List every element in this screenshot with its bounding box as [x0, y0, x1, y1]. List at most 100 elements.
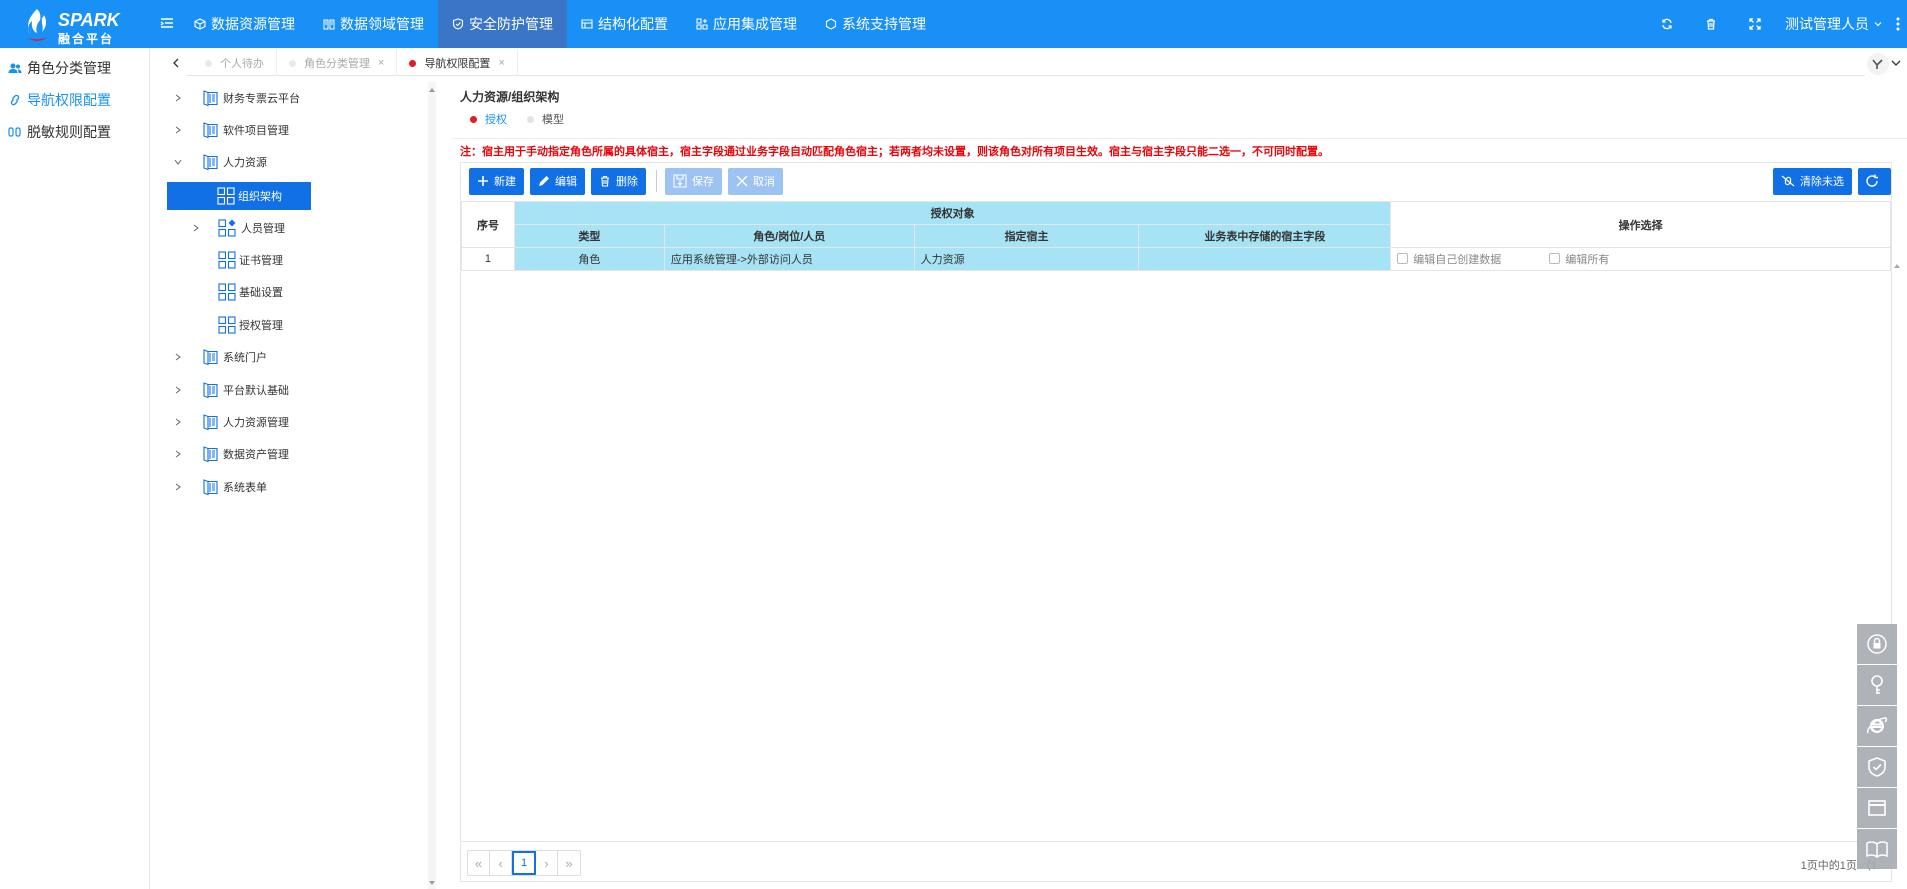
- tree-expand-icon[interactable]: [172, 450, 186, 458]
- tree-node[interactable]: 授权管理: [218, 312, 283, 338]
- user-menu[interactable]: 测试管理人员: [1777, 14, 1889, 34]
- tree-node[interactable]: 系统表单: [172, 474, 267, 500]
- table-row[interactable]: 1 角色 应用系统管理->外部访问人员 人力资源 编辑自己创建数据 编辑所有: [461, 247, 1891, 271]
- tab-role-category[interactable]: 角色分类管理 ×: [277, 50, 398, 76]
- edit-button[interactable]: 编辑: [530, 167, 585, 195]
- lock-icon[interactable]: [1857, 624, 1897, 664]
- subtab-model[interactable]: 模型: [517, 106, 574, 132]
- nav-data-resource[interactable]: 数据资源管理: [180, 0, 309, 48]
- col-index-header[interactable]: 序号: [461, 201, 515, 248]
- window-icon[interactable]: [1857, 788, 1897, 828]
- folder-book-icon: [203, 446, 218, 463]
- first-page-button[interactable]: «: [468, 851, 490, 875]
- refresh-button[interactable]: [1858, 167, 1891, 195]
- nav-label: 数据资源管理: [211, 16, 295, 32]
- checkbox-label: 编辑所有: [1565, 253, 1610, 266]
- col-role-header[interactable]: 角色/岗位/人员: [663, 224, 915, 248]
- cell-index: 1: [461, 247, 515, 271]
- current-page-button[interactable]: 1: [512, 851, 536, 875]
- menu-toggle-icon[interactable]: [160, 16, 174, 30]
- cell-host[interactable]: 人力资源: [913, 247, 1140, 271]
- tab-scroll-left-icon[interactable]: [165, 50, 187, 76]
- tab-close-icon[interactable]: ×: [498, 57, 504, 69]
- checkbox-box[interactable]: [1397, 253, 1409, 265]
- tree-node[interactable]: 财务专票云平台: [172, 85, 300, 111]
- nav-label: 结构化配置: [598, 16, 668, 32]
- tree-node[interactable]: 人员管理: [190, 215, 285, 241]
- cell-host-field[interactable]: [1138, 247, 1392, 271]
- delete-button[interactable]: 删除: [591, 167, 646, 195]
- col-host-header[interactable]: 指定宿主: [913, 224, 1140, 248]
- tree-expand-icon[interactable]: [172, 126, 186, 134]
- tree-expand-icon[interactable]: [172, 94, 186, 102]
- nav-label: 数据领域管理: [340, 16, 424, 32]
- folder-book-icon: [203, 349, 218, 366]
- shield-check-icon[interactable]: [1857, 747, 1897, 787]
- col-type-header[interactable]: 类型: [513, 224, 665, 248]
- nav-security[interactable]: 安全防护管理: [438, 0, 567, 48]
- checkbox-edit-own[interactable]: 编辑自己创建数据: [1397, 251, 1501, 267]
- tree-node[interactable]: 平台默认基础: [172, 377, 289, 403]
- app-logo[interactable]: SPARK 融合平台: [14, 6, 134, 46]
- tree-expand-icon[interactable]: [172, 353, 186, 361]
- left-menu-nav-permission[interactable]: 导航权限配置: [0, 84, 149, 116]
- tab-nav-permission[interactable]: 导航权限配置 ×: [397, 50, 518, 76]
- cell-role[interactable]: 应用系统管理->外部访问人员: [663, 247, 915, 271]
- tree-node-label: 财务专票云平台: [223, 93, 300, 105]
- hexagon-icon: [825, 18, 837, 30]
- nav-data-domain[interactable]: 数据领域管理: [309, 0, 438, 48]
- tab-dot: [409, 59, 417, 67]
- breadcrumb: 人力资源/组织架构: [460, 90, 560, 104]
- tree-node-expanded[interactable]: 人力资源: [172, 149, 267, 175]
- col-ops-header[interactable]: 操作选择: [1390, 201, 1891, 248]
- tree-scrollbar[interactable]: [428, 82, 436, 889]
- next-page-button[interactable]: ›: [536, 851, 558, 875]
- subtab-authorize[interactable]: 授权: [460, 106, 517, 132]
- collapse-corner-icon[interactable]: [1866, 52, 1890, 76]
- link-icon: [10, 94, 20, 106]
- tab-close-icon[interactable]: ×: [378, 57, 384, 69]
- book-open-icon[interactable]: [1857, 829, 1897, 869]
- tree-node[interactable]: 人力资源管理: [172, 409, 289, 435]
- left-menu-desensitize[interactable]: 脱敏规则配置: [0, 116, 149, 148]
- tree-node[interactable]: 系统门户: [172, 344, 267, 370]
- more-vertical-icon[interactable]: [1889, 17, 1907, 31]
- tree-node[interactable]: 数据资产管理: [172, 441, 289, 467]
- nav-app-integration[interactable]: 应用集成管理: [682, 0, 811, 48]
- prev-page-button[interactable]: ‹: [490, 851, 512, 875]
- left-menu-role-category[interactable]: 角色分类管理: [0, 52, 149, 84]
- new-button[interactable]: 新建: [469, 167, 524, 195]
- checkbox-box[interactable]: [1549, 253, 1561, 265]
- tree-node[interactable]: 证书管理: [218, 247, 283, 273]
- tab-personal-todo[interactable]: 个人待办: [193, 50, 277, 76]
- tree-expand-icon[interactable]: [172, 418, 186, 426]
- tree-node-selected[interactable]: 组织架构: [167, 182, 311, 210]
- key-icon[interactable]: [1857, 665, 1897, 705]
- nav-system-support[interactable]: 系统支持管理: [811, 0, 940, 48]
- logo-title: SPARK: [58, 10, 120, 30]
- button-label: 取消: [753, 176, 775, 188]
- col-host-field-header[interactable]: 业务表中存储的宿主字段: [1138, 224, 1392, 248]
- fullscreen-icon[interactable]: [1733, 0, 1777, 48]
- checkbox-edit-all[interactable]: 编辑所有: [1549, 251, 1609, 267]
- tab-label: 角色分类管理: [304, 58, 370, 70]
- tree-collapse-icon[interactable]: [172, 159, 186, 165]
- ie-icon[interactable]: [1857, 706, 1897, 746]
- cancel-button[interactable]: 取消: [728, 167, 783, 195]
- tree-expand-icon[interactable]: [172, 483, 186, 491]
- clear-unselected-button[interactable]: 清除未选: [1773, 167, 1852, 195]
- tree-expand-icon[interactable]: [190, 224, 204, 232]
- tree-node[interactable]: 基础设置: [218, 279, 283, 305]
- tree-node-label: 数据资产管理: [223, 449, 289, 461]
- nav-structure[interactable]: 结构化配置: [567, 0, 682, 48]
- tree-node[interactable]: 软件项目管理: [172, 117, 289, 143]
- refresh-icon[interactable]: [1645, 0, 1689, 48]
- save-icon: [673, 174, 687, 188]
- divider: [452, 138, 1907, 139]
- tree-expand-icon[interactable]: [172, 386, 186, 394]
- trash-icon[interactable]: [1689, 0, 1733, 48]
- cell-type[interactable]: 角色: [513, 247, 665, 271]
- left-menu-label: 导航权限配置: [27, 92, 111, 108]
- save-button[interactable]: 保存: [665, 167, 722, 195]
- last-page-button[interactable]: »: [558, 851, 580, 875]
